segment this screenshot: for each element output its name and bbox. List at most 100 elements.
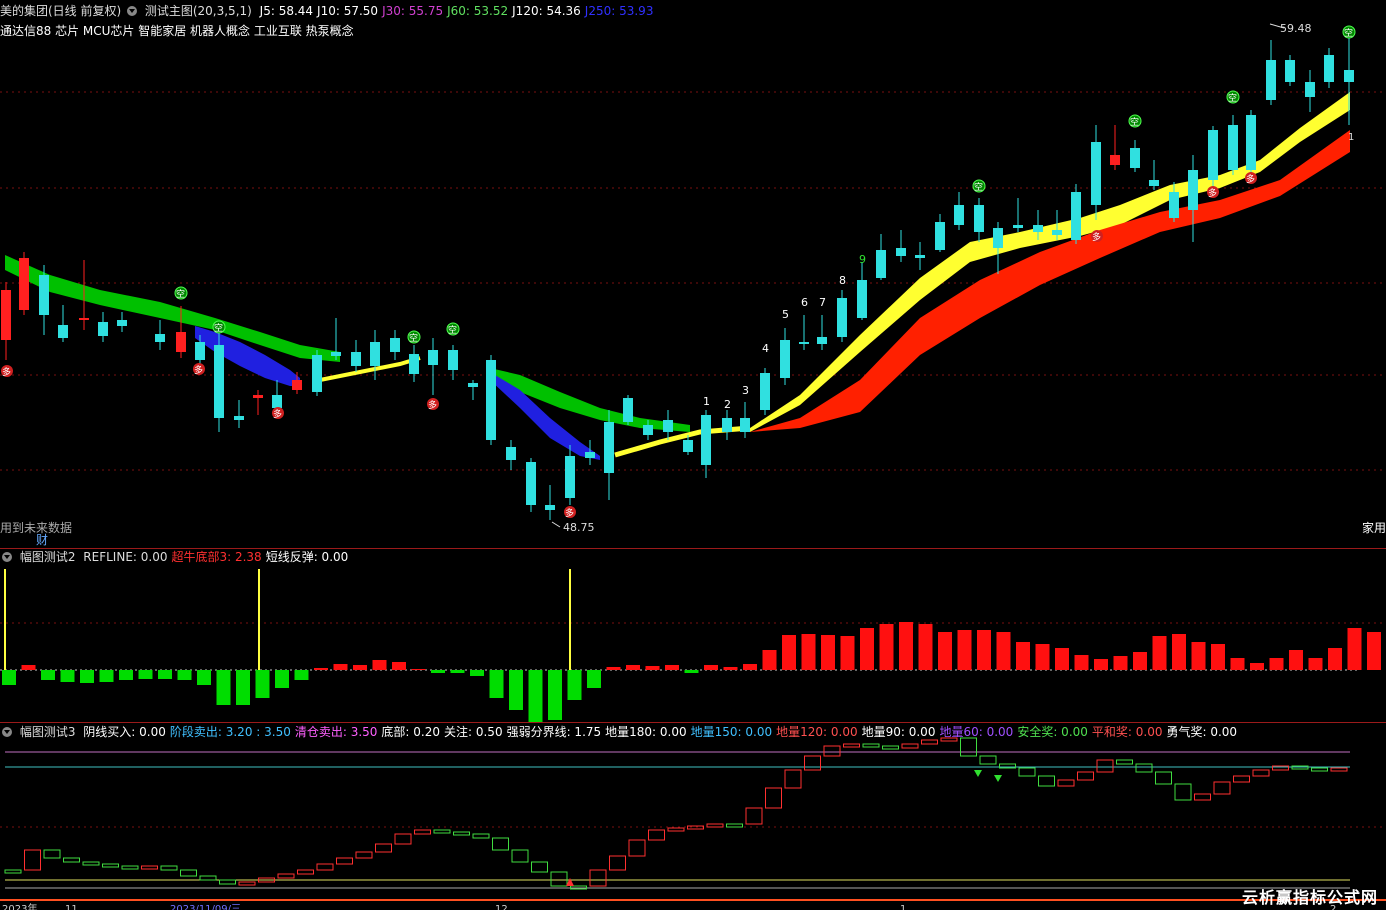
step-box (1194, 793, 1211, 801)
step-box (648, 829, 665, 841)
candle-body (1228, 125, 1238, 170)
histogram-bar (450, 670, 465, 673)
count-label: 5 (782, 308, 789, 321)
histogram-bar (957, 630, 972, 670)
sell-marker-text: 空 (1130, 116, 1139, 128)
histogram-bar (509, 670, 523, 710)
candle-body (623, 398, 633, 422)
histogram-bar (1367, 632, 1381, 670)
histogram-bar (645, 666, 660, 670)
step-box (1252, 769, 1270, 777)
sell-marker-text: 空 (409, 332, 418, 344)
candle-body (176, 332, 186, 352)
buy-marker-text: 多 (194, 364, 203, 376)
candle-body (409, 354, 419, 374)
histogram-bar (197, 670, 211, 685)
step-box (472, 833, 490, 839)
step-box (1330, 767, 1348, 772)
histogram-bar (1172, 634, 1186, 670)
candle-body (272, 395, 282, 408)
step-box (687, 825, 704, 830)
histogram-bar (684, 670, 699, 673)
histogram-bar (743, 664, 757, 670)
step-box (511, 849, 529, 863)
sell-marker-text: 空 (448, 324, 457, 336)
step-box (277, 873, 295, 879)
candle-body (993, 228, 1003, 248)
count-label: 9 (859, 253, 866, 266)
step-box (589, 869, 607, 887)
step-box (453, 831, 470, 836)
step-box (414, 829, 431, 835)
candle-body (1149, 180, 1159, 186)
sell-marker-text: 空 (974, 181, 983, 193)
step-box (1057, 779, 1075, 787)
candle-body (195, 342, 205, 360)
kline-chart[interactable]: 多多多多多多多多空空空空空空空空1 23456 78959.4848.7512023… (0, 0, 1386, 910)
step-box (1096, 759, 1114, 773)
step-box (609, 855, 626, 871)
histogram-bar (158, 670, 172, 679)
histogram-bar (938, 632, 952, 670)
count-label: 3 (742, 384, 749, 397)
arrow-down-icon (994, 775, 1002, 782)
candle-body (58, 325, 68, 338)
step-box (102, 863, 119, 868)
histogram-bar (567, 670, 582, 700)
histogram-bar (99, 670, 114, 682)
step-box (745, 807, 763, 825)
count-label: 6 (801, 296, 808, 309)
histogram-bar (255, 670, 270, 698)
candle-body (565, 456, 575, 498)
histogram-bar (41, 670, 55, 680)
step-box (1135, 763, 1153, 773)
histogram-bar (626, 665, 640, 670)
candle-body (604, 422, 614, 473)
histogram-bar (860, 628, 874, 670)
step-box (1155, 771, 1172, 785)
histogram-bar (1113, 656, 1128, 670)
candle-body (1324, 55, 1334, 82)
histogram-bar (177, 670, 192, 680)
step-box (901, 743, 919, 749)
candle-body (974, 205, 984, 232)
histogram-bar (1308, 658, 1323, 670)
histogram-bar (236, 670, 250, 705)
candle-body (780, 340, 790, 378)
step-box (1174, 783, 1192, 801)
candle-body (1033, 225, 1043, 232)
histogram-bar (996, 632, 1011, 670)
histogram-bar (21, 665, 36, 670)
candle-body (468, 383, 478, 387)
candle-body (98, 322, 108, 336)
candle-body (1052, 230, 1062, 235)
histogram-bar (1191, 642, 1206, 670)
low-price-label: 48.75 (563, 521, 595, 534)
histogram-bar (977, 630, 991, 670)
candle-body (1013, 225, 1023, 228)
histogram-bar (80, 670, 94, 683)
candle-body (1266, 60, 1276, 100)
buy-marker-text: 多 (2, 366, 11, 378)
candle-body (915, 255, 925, 258)
high-price-label: 59.48 (1280, 22, 1312, 35)
step-box (1213, 781, 1231, 795)
histogram-bar (1347, 628, 1362, 670)
histogram-bar (821, 635, 835, 670)
step-box (394, 833, 412, 845)
histogram-bar (704, 665, 718, 670)
step-box (492, 837, 509, 851)
step-box (667, 827, 685, 832)
candle-body (1071, 192, 1081, 240)
candle-body (760, 373, 770, 410)
candle-body (585, 452, 595, 458)
candle-body (722, 418, 732, 432)
step-box (297, 869, 314, 875)
step-box (433, 829, 451, 834)
step-box (375, 843, 392, 853)
histogram-bar (801, 634, 816, 670)
histogram-bar (587, 670, 601, 688)
step-box (960, 737, 977, 757)
candle-body (740, 418, 750, 432)
candle-body (117, 320, 127, 326)
